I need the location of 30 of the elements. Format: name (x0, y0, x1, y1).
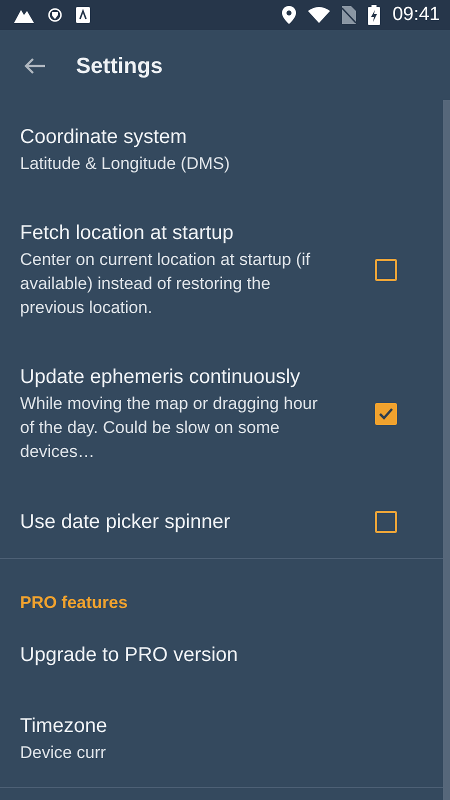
shield-icon (48, 8, 62, 22)
settings-item[interactable]: Use date picker spinner (0, 486, 443, 558)
setting-title: Fetch location at startup (20, 221, 234, 246)
location-icon (282, 6, 296, 24)
settings-item[interactable]: Upgrade to PRO version (0, 619, 443, 691)
back-arrow-icon[interactable] (24, 57, 46, 75)
setting-title: Use date picker spinner (20, 510, 232, 535)
setting-summary: Latitude & Longitude (DMS) (20, 153, 231, 175)
setting-summary: Center on current location at startup (if available) instead of restoring the previous location. (20, 249, 312, 319)
wifi-icon (308, 7, 330, 23)
checkbox[interactable] (375, 511, 397, 533)
setting-summary: Device curr (20, 742, 107, 764)
checkbox[interactable] (375, 403, 397, 425)
settings-item[interactable]: Update ephemeris continuously While moving the map or dragging hour of the day. Could be slow on some devices… (0, 342, 443, 486)
settings-item[interactable]: Timezone Device curr (0, 691, 443, 787)
section-header: PRO features (19, 592, 129, 614)
check-icon (379, 408, 393, 420)
app-icon (76, 7, 90, 23)
settings-item[interactable]: Coordinate system Latitude & Longitude (DMS) (0, 102, 443, 198)
checkbox[interactable] (375, 259, 397, 281)
no-sim-icon (342, 6, 356, 24)
setting-title: Update ephemeris continuously (20, 365, 302, 390)
setting-title: Coordinate system (20, 125, 188, 150)
battery-icon (368, 5, 380, 25)
setting-title: Upgrade to PRO version (20, 643, 239, 668)
screen-title: Settings (76, 53, 163, 79)
setting-title: Timezone (20, 714, 108, 739)
setting-summary: While moving the map or dragging hour of the day. Could be slow on some devices… (20, 393, 319, 463)
settings-item[interactable]: Fetch location at startup Center on current location at startup (if available) instead of restoring the previous location. (0, 198, 443, 342)
clock: 09:41 (392, 4, 440, 26)
